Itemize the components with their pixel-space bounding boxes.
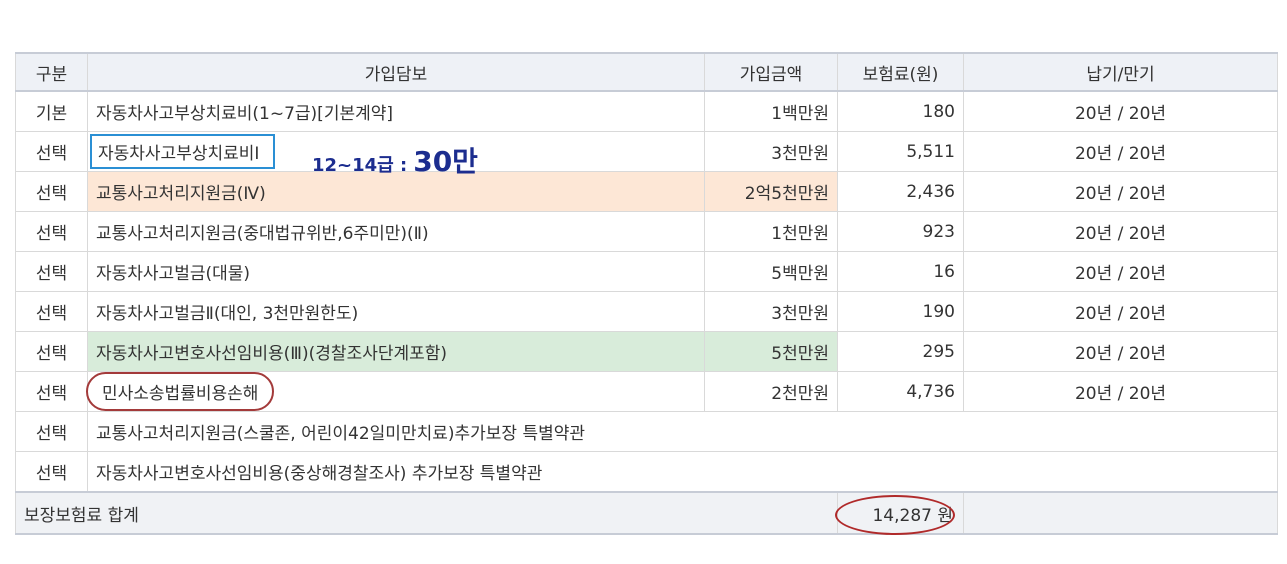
period-cell: 20년 / 20년 [963,291,1278,332]
coverage-cell-rider: 교통사고처리지원금(스쿨존, 어린이42일미만치료)추가보장 특별약관 [87,411,1278,452]
amount-cell-highlighted: 5천만원 [704,331,838,372]
period-cell: 20년 / 20년 [963,171,1278,212]
amount-cell: 1천만원 [704,211,838,252]
coverage-cell: 자동차사고벌금(대물) [87,251,705,292]
highlight-box-blue: 자동차사고부상치료비I [90,134,276,169]
total-empty-cell [963,491,1278,535]
category-cell: 선택 [15,171,88,212]
coverage-text: 자동차사고부상치료비I [98,144,260,164]
total-highlight-oval [835,495,955,535]
total-row: 보장보험료 합계 14,287 원 [15,491,1278,535]
premium-cell: 5,511 [837,131,964,172]
coverage-cell: 자동차사고부상치료비(1~7급)[기본계약] [87,90,705,132]
period-cell: 20년 / 20년 [963,371,1278,412]
amount-cell: 1백만원 [704,90,838,132]
premium-cell: 16 [837,251,964,292]
coverage-cell: 자동차사고벌금Ⅱ(대인, 3천만원한도) [87,291,705,332]
table-header-row: 구분 가입담보 가입금액 보험료(원) 납기/만기 [15,52,1278,92]
header-period: 납기/만기 [963,52,1278,92]
premium-cell: 2,436 [837,171,964,212]
table-row: 선택 자동차사고벌금Ⅱ(대인, 3천만원한도) 3천만원 190 20년 / 2… [15,291,1278,332]
table-row: 선택 자동차사고벌금(대물) 5백만원 16 20년 / 20년 [15,251,1278,292]
table-row: 선택 교통사고처리지원금(Ⅳ) 2억5천만원 2,436 20년 / 20년 [15,171,1278,212]
table-row: 선택 교통사고처리지원금(스쿨존, 어린이42일미만치료)추가보장 특별약관 [15,411,1278,452]
category-cell: 선택 [15,451,88,493]
period-cell: 20년 / 20년 [963,90,1278,132]
premium-cell: 180 [837,90,964,132]
coverage-text: 민사소송법률비용손해 [102,384,259,404]
table-row: 선택 자동차사고변호사선임비용(Ⅲ)(경찰조사단계포함) 5천만원 295 20… [15,331,1278,372]
amount-cell: 3천만원 [704,131,838,172]
table-row: 선택 자동차사고부상치료비I 3천만원 5,511 20년 / 20년 [15,131,1278,172]
premium-cell: 190 [837,291,964,332]
amount-cell: 2천만원 [704,371,838,412]
grade-annotation: 12~14급 :30만 [312,140,478,180]
coverage-cell-rider: 자동차사고변호사선임비용(중상해경찰조사) 추가보장 특별약관 [87,451,1278,493]
table-row: 선택 민사소송법률비용손해 2천만원 4,736 20년 / 20년 [15,371,1278,412]
table-row: 선택 교통사고처리지원금(중대법규위반,6주미만)(Ⅱ) 1천만원 923 20… [15,211,1278,252]
period-cell: 20년 / 20년 [963,131,1278,172]
header-category: 구분 [15,52,88,92]
amount-cell-highlighted: 2억5천만원 [704,171,838,212]
table-row: 선택 자동차사고변호사선임비용(중상해경찰조사) 추가보장 특별약관 [15,451,1278,493]
category-cell: 선택 [15,291,88,332]
highlight-oval-red: 민사소송법률비용손해 [86,372,275,411]
coverage-cell: 민사소송법률비용손해 [86,371,705,412]
period-cell: 20년 / 20년 [963,251,1278,292]
category-cell: 선택 [15,251,88,292]
category-cell: 선택 [15,211,88,252]
category-cell: 선택 [15,131,88,172]
premium-cell: 923 [837,211,964,252]
annotation-value: 30만 [413,145,478,178]
category-cell: 기본 [15,90,88,132]
table-row: 기본 자동차사고부상치료비(1~7급)[기본계약] 1백만원 180 20년 /… [15,90,1278,132]
period-cell: 20년 / 20년 [963,211,1278,252]
header-coverage: 가입담보 [87,52,705,92]
category-cell: 선택 [15,411,88,452]
annotation-grade: 12~14급 : [312,155,408,176]
insurance-coverage-table: 구분 가입담보 가입금액 보험료(원) 납기/만기 기본 자동차사고부상치료비(… [15,52,1278,535]
total-label: 보장보험료 합계 [15,491,838,535]
amount-cell: 3천만원 [704,291,838,332]
premium-cell: 295 [837,331,964,372]
coverage-cell-highlighted: 자동차사고변호사선임비용(Ⅲ)(경찰조사단계포함) [87,331,705,372]
category-cell: 선택 [15,371,88,412]
insurance-coverage-table-wrapper: 구분 가입담보 가입금액 보험료(원) 납기/만기 기본 자동차사고부상치료비(… [15,52,1278,535]
amount-cell: 5백만원 [704,251,838,292]
premium-cell: 4,736 [837,371,964,412]
coverage-cell: 교통사고처리지원금(중대법규위반,6주미만)(Ⅱ) [87,211,705,252]
header-amount: 가입금액 [704,52,838,92]
period-cell: 20년 / 20년 [963,331,1278,372]
header-premium: 보험료(원) [837,52,964,92]
category-cell: 선택 [15,331,88,372]
